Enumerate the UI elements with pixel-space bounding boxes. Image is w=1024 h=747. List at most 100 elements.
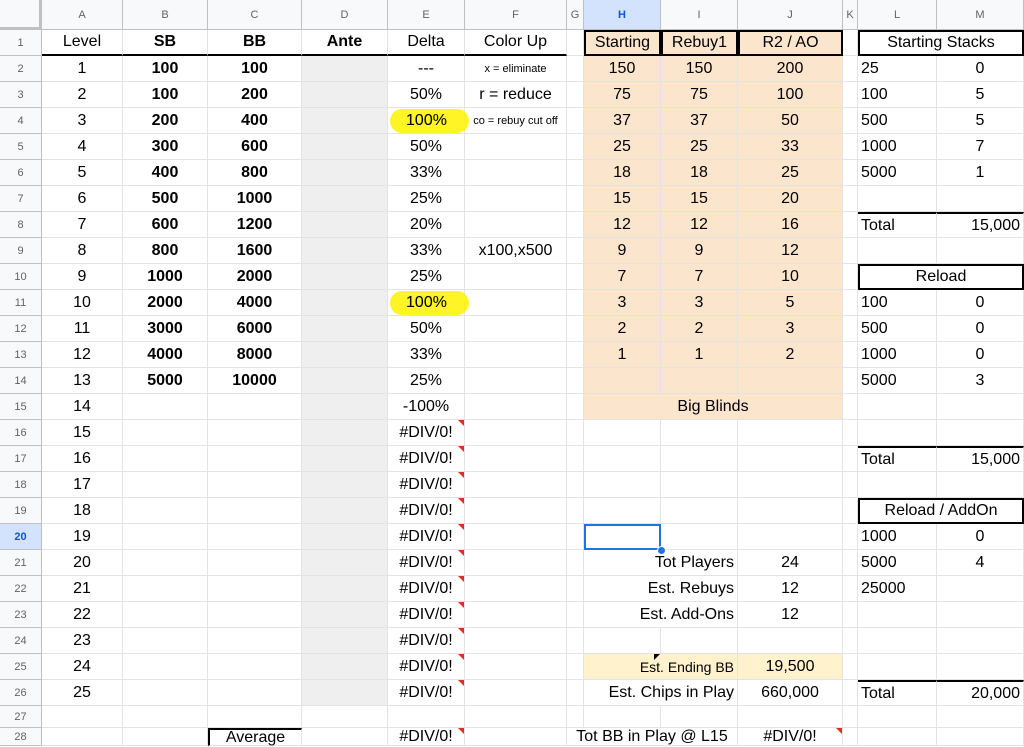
cell-K21[interactable] xyxy=(843,550,858,576)
delta-cell[interactable]: #DIV/0! xyxy=(388,576,465,602)
starting-bb-cell[interactable]: 18 xyxy=(584,160,661,186)
sb-cell[interactable]: 2000 xyxy=(123,290,208,316)
cell-L9[interactable] xyxy=(858,238,937,264)
cell-D12[interactable] xyxy=(302,316,388,342)
cell-F28[interactable] xyxy=(465,728,567,746)
cell-G19[interactable] xyxy=(567,498,584,524)
stat-value-est_rebuys[interactable]: 12 xyxy=(738,576,843,602)
reload-count[interactable]: 0 xyxy=(937,290,1024,316)
cell-M27[interactable] xyxy=(937,706,1024,728)
bb-cell[interactable]: 6000 xyxy=(208,316,302,342)
cell-G3[interactable] xyxy=(567,82,584,108)
cell-G14[interactable] xyxy=(567,368,584,394)
level-cell[interactable]: 17 xyxy=(42,472,123,498)
cell-K9[interactable] xyxy=(843,238,858,264)
level-cell[interactable]: 22 xyxy=(42,602,123,628)
starting-bb-cell[interactable]: 2 xyxy=(584,316,661,342)
cell-F14[interactable] xyxy=(465,368,567,394)
rebuy1-bb-cell[interactable]: 9 xyxy=(661,238,738,264)
cell-G7[interactable] xyxy=(567,186,584,212)
reload-total-label[interactable]: Total xyxy=(858,446,937,472)
cell-H18[interactable] xyxy=(584,472,661,498)
header-I[interactable]: Rebuy1 xyxy=(661,30,738,56)
delta-cell[interactable]: #DIV/0! xyxy=(388,654,465,680)
row-header-15[interactable]: 15 xyxy=(0,394,42,420)
bb-cell[interactable]: 100 xyxy=(208,56,302,82)
cell-K1[interactable] xyxy=(843,30,858,56)
cell-K20[interactable] xyxy=(843,524,858,550)
cell-B28[interactable] xyxy=(123,728,208,746)
sb-cell[interactable]: 4000 xyxy=(123,342,208,368)
bb-cell[interactable] xyxy=(208,576,302,602)
level-cell[interactable]: 25 xyxy=(42,680,123,706)
level-cell[interactable]: 5 xyxy=(42,160,123,186)
cell-J16[interactable] xyxy=(738,420,843,446)
cell-G4[interactable] xyxy=(567,108,584,134)
error-flag-icon[interactable] xyxy=(836,728,842,734)
cell-L28[interactable] xyxy=(858,728,937,746)
bb-cell[interactable] xyxy=(208,394,302,420)
header-D[interactable]: Ante xyxy=(302,30,388,56)
cell-D28[interactable] xyxy=(302,728,388,746)
reload-count[interactable]: 3 xyxy=(937,368,1024,394)
delta-cell[interactable]: 25% xyxy=(388,368,465,394)
r2-ao-bb-cell[interactable]: 3 xyxy=(738,316,843,342)
r2-ao-bb-cell[interactable]: 33 xyxy=(738,134,843,160)
bb-cell[interactable] xyxy=(208,472,302,498)
sb-cell[interactable] xyxy=(123,446,208,472)
cell-K2[interactable] xyxy=(843,56,858,82)
starting-bb-cell[interactable]: 9 xyxy=(584,238,661,264)
cell-F21[interactable] xyxy=(465,550,567,576)
cell-K24[interactable] xyxy=(843,628,858,654)
cell-A27[interactable] xyxy=(42,706,123,728)
cell-F13[interactable] xyxy=(465,342,567,368)
color-up-cell[interactable]: co = rebuy cut off xyxy=(465,108,567,134)
cell-J20[interactable] xyxy=(738,524,843,550)
cell-G13[interactable] xyxy=(567,342,584,368)
sb-cell[interactable]: 400 xyxy=(123,160,208,186)
cell-F6[interactable] xyxy=(465,160,567,186)
cell-D26[interactable] xyxy=(302,680,388,706)
delta-cell[interactable]: 50% xyxy=(388,316,465,342)
stat-value-est_chips[interactable]: 660,000 xyxy=(738,680,843,706)
row-header-9[interactable]: 9 xyxy=(0,238,42,264)
header-A[interactable]: Level xyxy=(42,30,123,56)
cell-K22[interactable] xyxy=(843,576,858,602)
stack-denomination[interactable]: 100 xyxy=(858,82,937,108)
cell-G8[interactable] xyxy=(567,212,584,238)
row-header-14[interactable]: 14 xyxy=(0,368,42,394)
rebuy1-bb-cell[interactable]: 25 xyxy=(661,134,738,160)
addon-count[interactable]: 4 xyxy=(937,550,1024,576)
stack-count[interactable]: 1 xyxy=(937,160,1024,186)
header-H[interactable]: Starting xyxy=(584,30,661,56)
cell-G10[interactable] xyxy=(567,264,584,290)
cell-G21[interactable] xyxy=(567,550,584,576)
cell-K19[interactable] xyxy=(843,498,858,524)
sb-cell[interactable]: 100 xyxy=(123,82,208,108)
row-header-10[interactable]: 10 xyxy=(0,264,42,290)
delta-cell[interactable]: 33% xyxy=(388,342,465,368)
level-cell[interactable]: 10 xyxy=(42,290,123,316)
note-indicator-icon[interactable] xyxy=(654,654,660,660)
cell-D5[interactable] xyxy=(302,134,388,160)
cell-G11[interactable] xyxy=(567,290,584,316)
rebuy1-bb-cell[interactable]: 3 xyxy=(661,290,738,316)
stack-count[interactable]: 5 xyxy=(937,108,1024,134)
column-header-E[interactable]: E xyxy=(388,0,465,30)
cell-L18[interactable] xyxy=(858,472,937,498)
sb-cell[interactable]: 800 xyxy=(123,238,208,264)
cell-D22[interactable] xyxy=(302,576,388,602)
cell-F27[interactable] xyxy=(465,706,567,728)
rebuy1-bb-cell[interactable]: 7 xyxy=(661,264,738,290)
active-cell-selection[interactable] xyxy=(584,524,661,550)
cell-I20[interactable] xyxy=(661,524,738,550)
cell-M9[interactable] xyxy=(937,238,1024,264)
level-cell[interactable]: 3 xyxy=(42,108,123,134)
cell-I27[interactable] xyxy=(661,706,738,728)
column-header-J[interactable]: J xyxy=(738,0,843,30)
level-cell[interactable]: 24 xyxy=(42,654,123,680)
column-header-I[interactable]: I xyxy=(661,0,738,30)
error-flag-icon[interactable] xyxy=(458,420,464,426)
cell-I14[interactable] xyxy=(661,368,738,394)
stack-count[interactable]: 0 xyxy=(937,56,1024,82)
